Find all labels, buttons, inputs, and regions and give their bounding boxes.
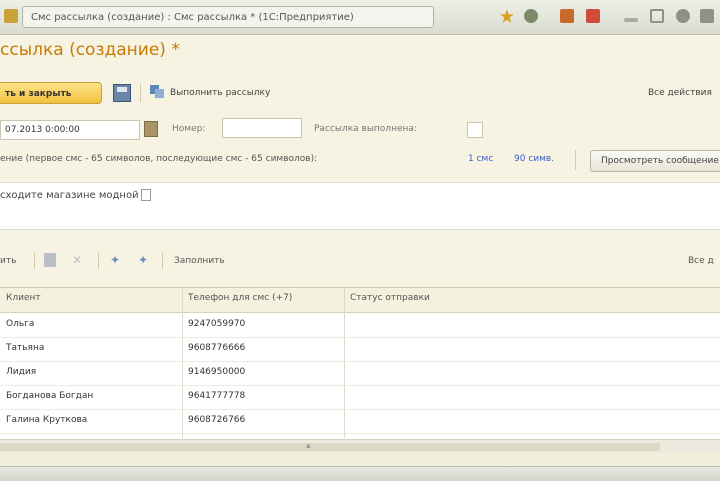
table-row[interactable]: Галина Круткова 9608726766 xyxy=(0,409,720,434)
execute-mailing-button[interactable]: Выполнить рассылку xyxy=(170,88,270,98)
phone-cell: 9608776666 xyxy=(188,343,246,353)
phone-cell: 9247059970 xyxy=(188,319,246,329)
message-length-info: ение (первое смс - 65 символов, последую… xyxy=(0,154,318,164)
mailing-done-label: Рассылка выполнена: xyxy=(314,124,417,134)
preview-message-button[interactable]: Просмотреть сообщение xyxy=(590,150,720,172)
save-icon[interactable] xyxy=(113,84,131,102)
app-menu-icon[interactable] xyxy=(4,9,18,23)
calendar-icon[interactable] xyxy=(144,121,158,137)
table-header: Клиент Телефон для смс (+7) Статус отпра… xyxy=(0,288,720,313)
number-field[interactable] xyxy=(222,118,302,138)
table-row[interactable]: Ольга 9247059970 xyxy=(0,313,720,338)
client-cell: Лидия xyxy=(6,367,37,377)
sms-count-link[interactable]: 1 смс xyxy=(468,154,493,164)
help-icon[interactable] xyxy=(676,9,690,23)
horizontal-scrollbar[interactable]: ▴ xyxy=(0,439,720,454)
table-toolbar-divider-3 xyxy=(162,253,163,269)
restore-icon[interactable] xyxy=(650,9,664,23)
toolbar-divider xyxy=(140,84,141,102)
page-title: ссылка (создание) * xyxy=(0,40,180,60)
preview-message-label: Просмотреть сообщение xyxy=(601,156,719,166)
client-cell: Галина Круткова xyxy=(6,415,88,425)
calculator-icon[interactable] xyxy=(560,9,574,23)
table-all-actions-menu[interactable]: Все д xyxy=(688,256,714,266)
column-header-client[interactable]: Клиент xyxy=(6,293,41,303)
close-app-icon[interactable] xyxy=(700,9,714,23)
client-cell: Ольга xyxy=(6,319,35,329)
status-bar xyxy=(0,466,720,481)
phone-cell: 9641777778 xyxy=(188,391,246,401)
execute-mailing-icon[interactable] xyxy=(149,83,165,99)
date-value: 07.2013 0:00:00 xyxy=(5,125,80,135)
minimize-icon[interactable] xyxy=(624,18,638,22)
delete-row-icon[interactable]: ✕ xyxy=(72,253,84,267)
message-text: сходите магазине модной xyxy=(0,189,151,201)
number-label: Номер: xyxy=(172,124,206,134)
close-window-icon[interactable] xyxy=(586,9,600,23)
window-tab[interactable]: Смс рассылка (создание) : Смс рассылка *… xyxy=(22,6,434,28)
phone-cell: 9608726766 xyxy=(188,415,246,425)
move-up-icon[interactable]: ✦ xyxy=(110,253,122,267)
move-down-icon[interactable]: ✦ xyxy=(138,253,150,267)
table-toolbar-divider xyxy=(34,253,35,269)
phone-cell: 9146950000 xyxy=(188,367,246,377)
scrollbar-thumb[interactable] xyxy=(0,443,660,451)
table-row[interactable]: Татьяна 9608776666 xyxy=(0,337,720,362)
window-titlebar: Смс рассылка (создание) : Смс рассылка *… xyxy=(0,0,720,35)
info-divider xyxy=(575,150,576,170)
client-cell: Татьяна xyxy=(6,343,45,353)
column-header-phone[interactable]: Телефон для смс (+7) xyxy=(188,293,292,303)
mailing-done-checkbox[interactable] xyxy=(467,122,483,138)
table-toolbar-divider-2 xyxy=(98,253,99,269)
table-row[interactable]: Лидия 9146950000 xyxy=(0,361,720,386)
client-cell: Богданова Богдан xyxy=(6,391,94,401)
message-content: сходите магазине модной xyxy=(0,190,139,201)
scroll-grip-icon: ▴ xyxy=(306,441,311,451)
favorites-star-icon[interactable] xyxy=(500,9,514,23)
settings-gear-icon[interactable] xyxy=(524,9,538,23)
text-cursor-icon xyxy=(140,189,151,201)
date-field[interactable]: 07.2013 0:00:00 xyxy=(0,120,140,140)
add-row-button[interactable]: ить xyxy=(0,256,16,266)
column-header-status[interactable]: Статус отправки xyxy=(350,293,430,303)
save-and-close-label: ть и закрыть xyxy=(5,89,72,99)
recipients-table[interactable]: Клиент Телефон для смс (+7) Статус отпра… xyxy=(0,287,720,440)
copy-row-icon[interactable] xyxy=(44,253,56,267)
window-tab-label: Смс рассылка (создание) : Смс рассылка *… xyxy=(31,12,354,23)
table-row[interactable]: Богданова Богдан 9641777778 xyxy=(0,385,720,410)
save-and-close-button[interactable]: ть и закрыть xyxy=(0,82,102,104)
char-count-link[interactable]: 90 симв. xyxy=(514,154,554,164)
all-actions-menu[interactable]: Все действия xyxy=(648,88,712,98)
message-textarea[interactable]: сходите магазине модной xyxy=(0,182,720,230)
fill-button[interactable]: Заполнить xyxy=(174,256,225,266)
